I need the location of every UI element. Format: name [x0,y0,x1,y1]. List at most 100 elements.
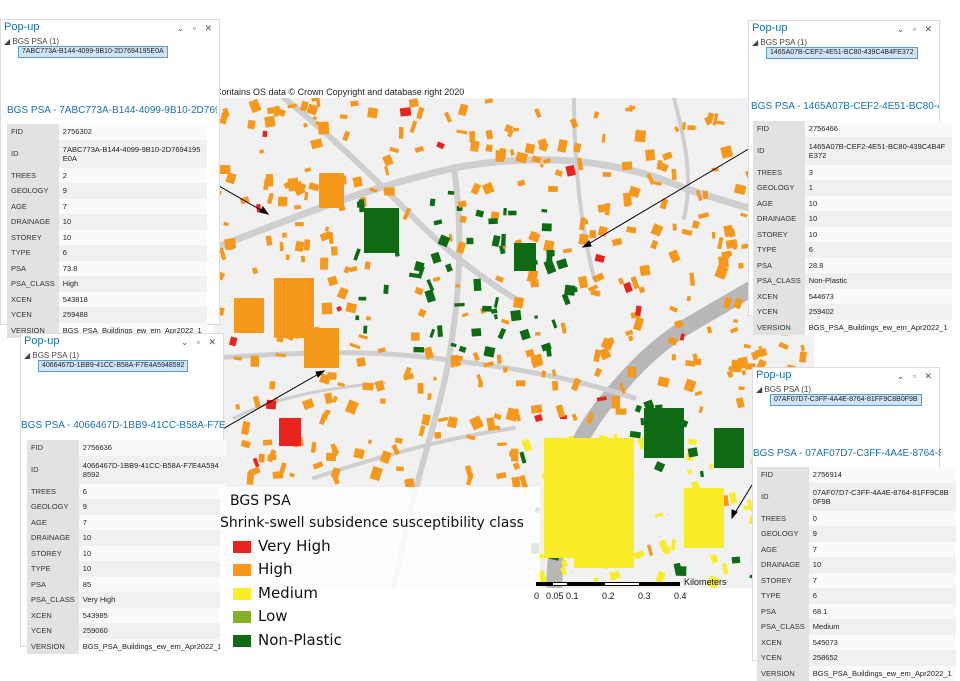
building-footprint[interactable] [303,123,307,128]
building-footprint[interactable] [700,471,704,477]
building-footprint[interactable] [521,439,532,453]
building-footprint[interactable] [688,439,697,446]
building-footprint[interactable] [325,226,330,232]
building-footprint[interactable] [459,346,467,353]
building-footprint[interactable] [630,431,641,438]
building-footprint[interactable] [409,98,419,107]
popup-layer-group[interactable]: ◢ BGS PSA (1) [4,37,59,46]
building-footprint[interactable] [286,254,290,260]
building-footprint[interactable] [516,380,525,386]
popup-layer-group[interactable]: ◢ BGS PSA (1) [24,351,79,360]
building-footprint[interactable] [304,192,308,201]
building-footprint[interactable] [433,277,441,282]
building-footprint[interactable] [262,131,267,137]
building-footprint[interactable] [593,111,599,118]
building-footprint[interactable] [684,379,697,393]
building-footprint[interactable] [485,144,493,152]
building-footprint[interactable] [320,258,328,270]
building-footprint[interactable] [437,325,443,337]
building-footprint[interactable] [345,399,359,414]
building-footprint[interactable] [383,285,388,294]
building-footprint[interactable] [471,183,481,195]
building-footprint[interactable] [471,328,481,336]
building-footprint[interactable] [635,405,642,413]
popup-feature-item[interactable]: 1465A07B-CEF2-4E51-BC80-439C4B4FE372 [766,47,918,59]
building-footprint[interactable] [593,349,601,362]
building-footprint[interactable] [651,223,664,236]
building-footprint[interactable] [241,421,250,435]
building-footprint[interactable] [434,219,443,225]
building-footprint[interactable] [654,461,665,472]
building-footprint[interactable] [363,326,367,334]
building-footprint[interactable] [382,154,394,166]
building-footprint[interactable] [367,107,378,118]
building-footprint[interactable] [359,297,367,301]
building-footprint[interactable] [473,352,480,361]
building-footprint[interactable] [219,248,226,261]
building-footprint[interactable] [698,212,709,219]
building-footprint[interactable] [355,316,359,321]
building-footprint[interactable] [482,306,492,312]
building-footprint[interactable] [485,98,494,103]
building-footprint[interactable] [389,147,399,153]
building-footprint[interactable] [692,220,700,229]
building-footprint[interactable] [572,414,578,421]
building-footprint[interactable] [445,263,453,272]
building-footprint[interactable] [384,187,395,195]
building-footprint[interactable] [699,406,704,413]
building-footprint[interactable] [639,286,646,293]
building-footprint[interactable] [625,330,633,336]
building-footprint[interactable] [664,546,671,555]
building-footprint[interactable] [438,417,448,422]
building-footprint[interactable] [513,297,524,309]
building-footprint[interactable] [631,276,640,289]
building-footprint[interactable] [603,172,611,177]
building-footprint[interactable] [266,400,276,410]
building-footprint[interactable] [313,461,324,469]
building-footprint[interactable] [510,149,515,156]
building-footprint[interactable] [710,554,718,564]
building-footprint[interactable] [672,354,676,360]
building-footprint[interactable] [430,199,436,207]
building-footprint[interactable] [433,376,437,381]
building-footprint[interactable] [654,513,663,518]
building-footprint[interactable] [564,285,575,296]
building-footprint[interactable] [370,466,383,481]
building-footprint[interactable] [687,469,693,475]
building-footprint[interactable] [623,282,633,293]
popup-1[interactable]: Pop-up ⌄ ▫ ✕ ◢ BGS PSA (1) 7ABC773A-B144… [0,19,220,325]
building-footprint[interactable] [563,248,572,253]
building-footprint[interactable] [304,167,311,172]
building-footprint[interactable] [396,466,404,471]
building-footprint[interactable] [458,104,468,117]
building-footprint[interactable] [590,289,600,297]
building-footprint[interactable] [241,440,251,449]
building-footprint[interactable] [289,473,295,478]
building-footprint[interactable] [482,182,495,195]
building-footprint[interactable] [520,329,531,341]
building-footprint[interactable] [618,277,624,285]
building-footprint[interactable] [534,315,538,318]
building-footprint[interactable] [362,383,373,391]
building-footprint[interactable] [279,462,287,473]
building-footprint[interactable] [565,165,576,177]
building-footprint[interactable] [331,246,338,255]
building-footprint[interactable] [501,319,510,325]
building-footprint[interactable] [622,161,632,170]
building-footprint[interactable] [640,265,651,276]
building-footprint[interactable] [540,163,544,167]
building-footprint[interactable] [497,442,507,446]
building-footprint[interactable] [380,450,392,464]
building-footprint[interactable] [668,249,680,263]
building-footprint[interactable] [224,238,236,249]
building-footprint[interactable] [645,149,655,161]
building-footprint[interactable] [674,563,683,576]
building-footprint[interactable] [681,229,692,236]
building-footprint[interactable] [259,454,265,463]
building-footprint[interactable] [503,208,507,215]
building-footprint[interactable] [411,332,420,340]
popup-window-controls[interactable]: ⌄ ▫ ✕ [897,371,935,382]
building-footprint[interactable] [626,226,636,233]
building-footprint[interactable] [578,276,588,289]
building-footprint[interactable] [495,275,504,282]
